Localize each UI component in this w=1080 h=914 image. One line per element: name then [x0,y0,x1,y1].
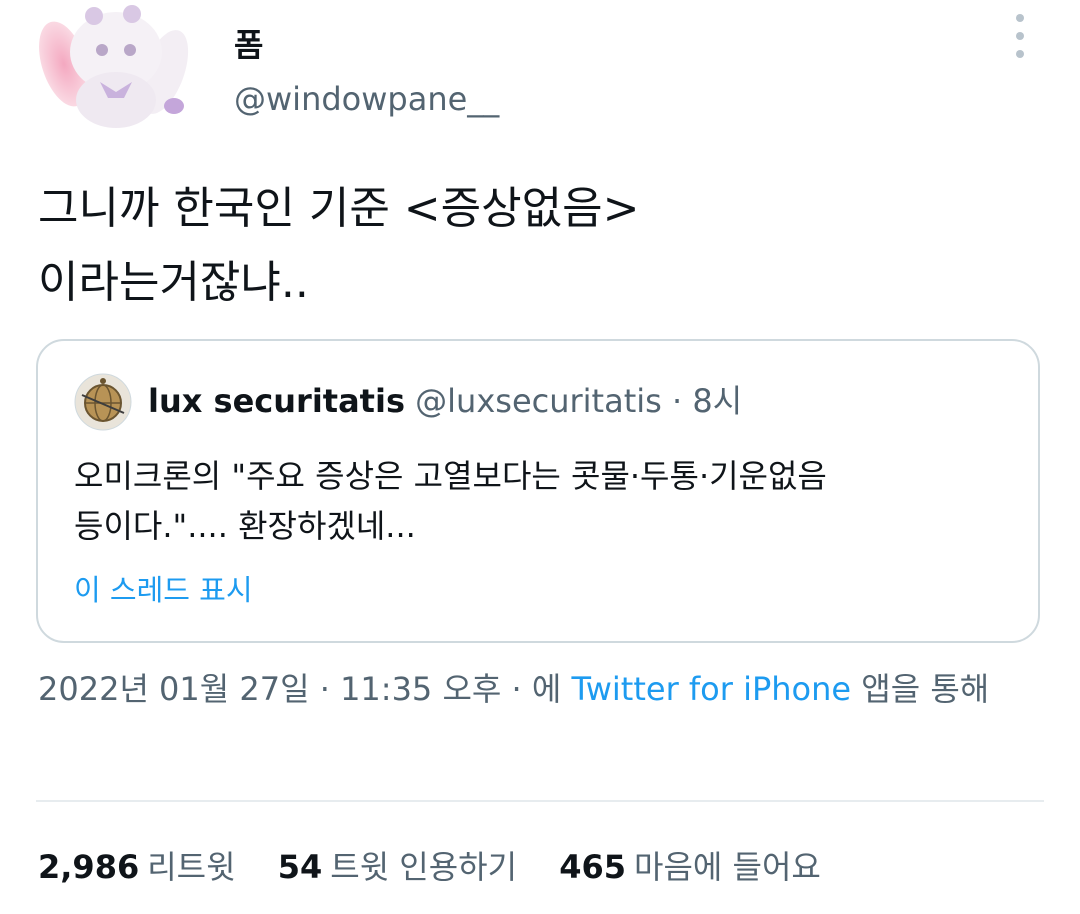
quoted-text-line: 등이다.".... 환장하겠네... [74,507,416,545]
retweets-stat[interactable]: 2,986 리트윗 [38,842,236,892]
divider [36,800,1044,802]
meta-separator: · [319,670,330,708]
likes-stat[interactable]: 465 마음에 들어요 [559,842,821,892]
like-count: 465 [559,848,627,886]
author-avatar[interactable] [34,2,194,132]
quoted-author-avatar[interactable] [74,373,132,431]
tweet-date[interactable]: 2022년 01월 27일 [38,670,310,708]
tweet-text-line: 그니까 한국인 기준 <증상없음> [38,183,640,234]
more-dot [1016,14,1024,22]
more-options-icon[interactable] [1006,14,1034,58]
quote-count: 54 [277,848,323,886]
author-display-name[interactable]: 폼 [234,20,263,66]
more-dot [1016,50,1024,58]
tweet-text-line: 이라는거잖냐.. [38,257,309,308]
author-handle[interactable]: @windowpane__ [234,80,499,118]
quoted-tweet-time[interactable]: 8시 [692,382,742,420]
retweet-count: 2,986 [38,848,140,886]
more-dot [1016,32,1024,40]
quoted-tweet-header: lux securitatis @luxsecuritatis · 8시 [148,381,742,421]
show-thread-link[interactable]: 이 스레드 표시 [74,567,253,609]
tweet-text: 그니까 한국인 기준 <증상없음> 이라는거잖냐.. [38,172,1038,320]
quoted-text-line: 오미크론의 "주요 증상은 고열보다는 콧물·두통·기운없음 [74,457,827,495]
source-app-link[interactable]: Twitter for iPhone [571,670,851,708]
tweet-metadata: 2022년 01월 27일 · 11:35 오후 · 에 Twitter for… [38,662,1048,716]
via-prefix: 에 [531,670,562,708]
quoted-tweet-card[interactable]: lux securitatis @luxsecuritatis · 8시 오미크… [36,339,1040,643]
meta-separator: · [511,670,522,708]
quoted-tweet-text: 오미크론의 "주요 증상은 고열보다는 콧물·두통·기운없음 등이다."....… [74,451,1024,551]
via-suffix: 앱을 통해 [861,670,990,708]
tweet-time[interactable]: 11:35 오후 [340,670,501,708]
retweet-label: 리트윗 [147,848,236,886]
quoted-author-handle[interactable]: @luxsecuritatis [415,382,662,420]
quote-label: 트윗 인용하기 [330,848,518,886]
like-label: 마음에 들어요 [634,848,821,886]
quote-tweets-stat[interactable]: 54 트윗 인용하기 [278,842,517,892]
engagement-stats: 2,986 리트윗 54 트윗 인용하기 465 마음에 들어요 [38,842,853,892]
quoted-author-name[interactable]: lux securitatis [148,382,405,420]
quoted-header-separator: · [671,382,683,420]
